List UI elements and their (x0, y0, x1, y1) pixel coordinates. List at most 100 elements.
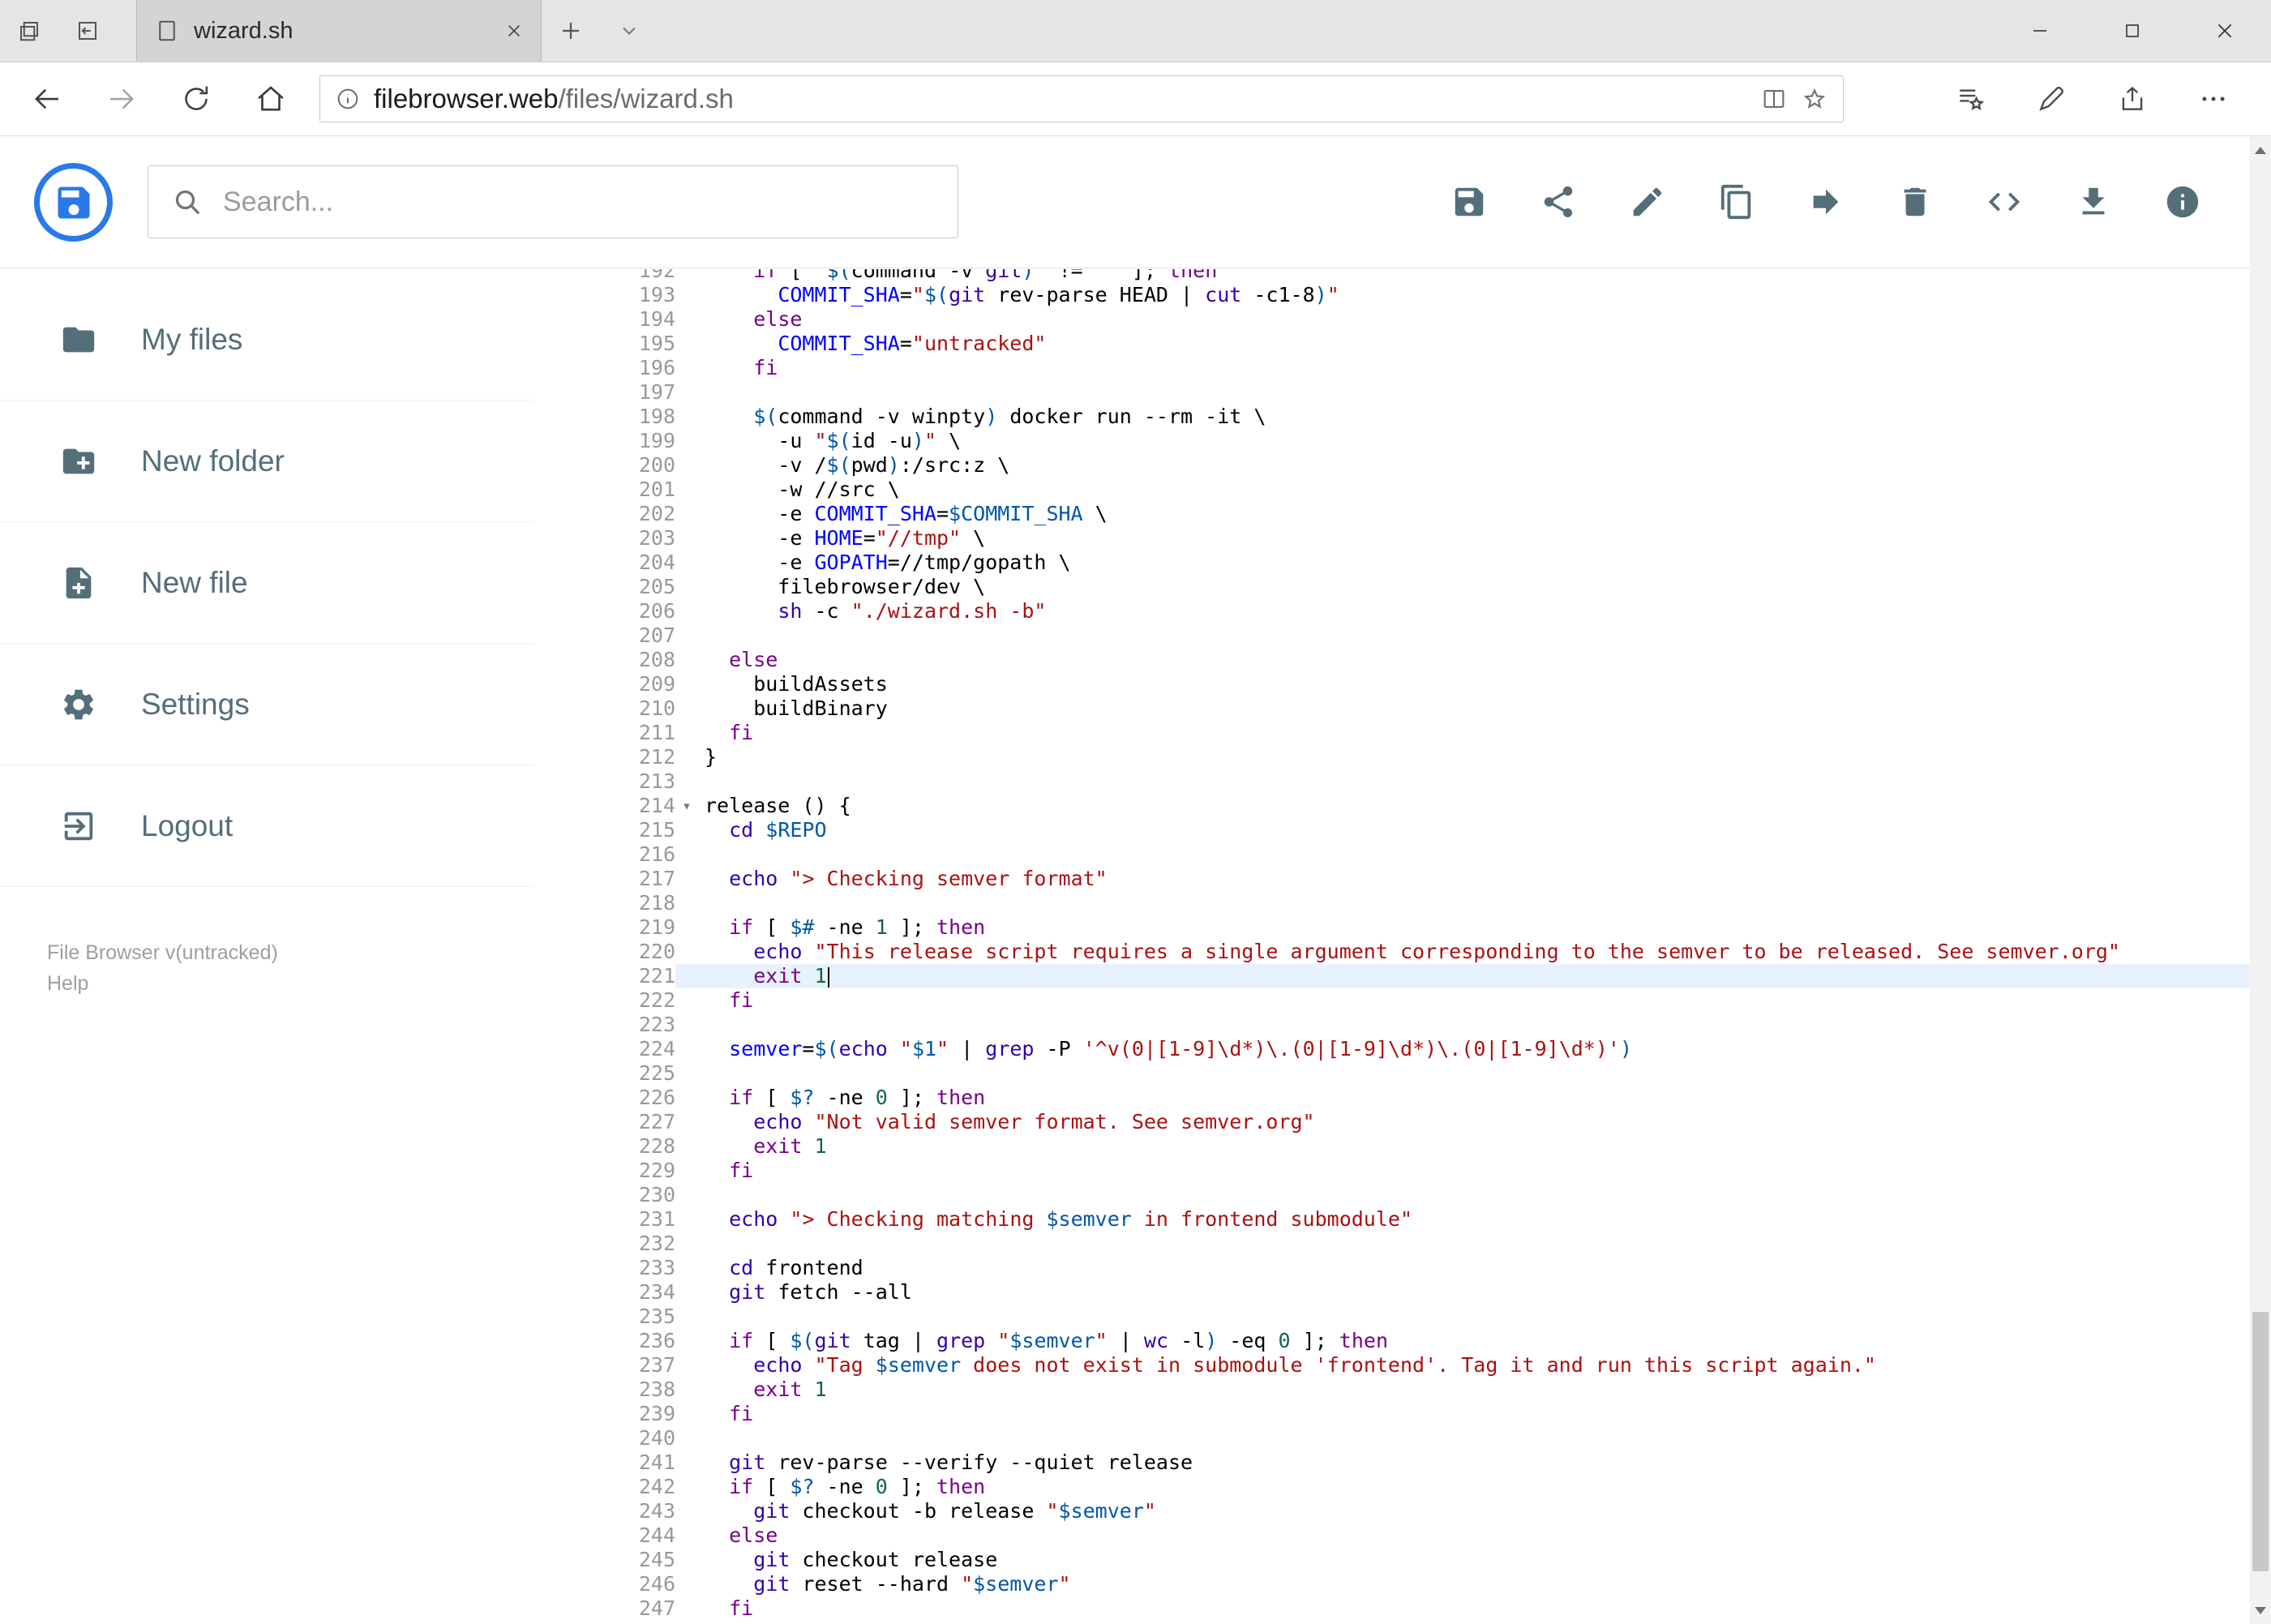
fold-arrow-icon[interactable]: ▾ (675, 794, 698, 818)
page-scrollbar[interactable] (2250, 136, 2271, 1624)
home-button[interactable] (234, 68, 308, 130)
forward-button[interactable] (84, 68, 159, 130)
code-line[interactable]: 201 -w //src \ (533, 478, 2250, 502)
share-page-button[interactable] (2097, 68, 2167, 130)
code-line[interactable]: 240 (533, 1426, 2250, 1450)
info-button[interactable] (2164, 183, 2201, 221)
sidebar-item-new-folder[interactable]: New folder (0, 401, 533, 522)
code-line[interactable]: 193 COMMIT_SHA="$(git rev-parse HEAD | c… (533, 283, 2250, 307)
copy-button[interactable] (1718, 183, 1755, 221)
delete-button[interactable] (1896, 183, 1934, 221)
hub-favorites-button[interactable] (1935, 68, 2005, 130)
code-line[interactable]: 204 -e GOPATH=//tmp/gopath \ (533, 551, 2250, 575)
code-line[interactable]: 216 (533, 842, 2250, 867)
scroll-up-button[interactable] (2250, 136, 2271, 164)
code-line[interactable]: 212} (533, 745, 2250, 769)
code-line[interactable]: 236 if [ $(git tag | grep "$semver" | wc… (533, 1329, 2250, 1353)
code-line[interactable]: 209 buildAssets (533, 672, 2250, 696)
code-line[interactable]: 238 exit 1 (533, 1378, 2250, 1402)
maximize-button[interactable] (2086, 0, 2179, 62)
code-line[interactable]: 214 ▾ release () { (533, 794, 2250, 818)
code-line[interactable]: 228 exit 1 (533, 1134, 2250, 1159)
tab-preview-toggle[interactable] (600, 0, 658, 62)
code-line[interactable]: 196 fi (533, 356, 2250, 380)
code-line[interactable]: 226 if [ $? -ne 0 ]; then (533, 1086, 2250, 1110)
code-line[interactable]: 202 -e COMMIT_SHA=$COMMIT_SHA \ (533, 502, 2250, 526)
code-line[interactable]: 232 (533, 1232, 2250, 1256)
code-line[interactable]: 211 fi (533, 721, 2250, 745)
code-line[interactable]: 244 else (533, 1523, 2250, 1548)
back-button[interactable] (10, 68, 84, 130)
refresh-button[interactable] (159, 68, 234, 130)
tab-close-icon[interactable] (505, 22, 523, 40)
tabs-aside-list-button[interactable] (0, 0, 58, 62)
save-button[interactable] (1450, 183, 1488, 221)
more-options-button[interactable] (2179, 68, 2248, 130)
code-line[interactable]: 247 fi (533, 1596, 2250, 1621)
help-link[interactable]: Help (47, 968, 533, 999)
move-button[interactable] (1807, 183, 1845, 221)
code-line[interactable]: 221 exit 1 (533, 964, 2250, 988)
code-line[interactable]: 215 cd $REPO (533, 818, 2250, 842)
code-line[interactable]: 205 filebrowser/dev \ (533, 575, 2250, 599)
close-button[interactable] (2179, 0, 2271, 62)
code-line[interactable]: 195 COMMIT_SHA="untracked" (533, 332, 2250, 356)
code-line[interactable]: 194 else (533, 307, 2250, 332)
code-line[interactable]: 241 git rev-parse --verify --quiet relea… (533, 1450, 2250, 1475)
browser-tab[interactable]: wizard.sh (136, 0, 542, 62)
code-line[interactable]: 200 -v /$(pwd):/src:z \ (533, 453, 2250, 478)
code-line[interactable]: 225 (533, 1061, 2250, 1086)
code-line[interactable]: 220 echo "This release script requires a… (533, 940, 2250, 964)
new-tab-button[interactable] (542, 0, 600, 62)
code-editor[interactable]: 192 if [ "$(command -v git)" != "" ]; th… (533, 269, 2250, 1624)
code-line[interactable]: 242 if [ $? -ne 0 ]; then (533, 1475, 2250, 1499)
raw-code-button[interactable] (1986, 183, 2023, 221)
code-line[interactable]: 192 if [ "$(command -v git)" != "" ]; th… (533, 269, 2250, 283)
web-note-button[interactable] (2016, 68, 2086, 130)
reading-view-icon[interactable] (1760, 85, 1788, 113)
code-line[interactable]: 227 echo "Not valid semver format. See s… (533, 1110, 2250, 1134)
code-line[interactable]: 208 else (533, 648, 2250, 672)
code-line[interactable]: 237 echo "Tag $semver does not exist in … (533, 1353, 2250, 1378)
add-favorite-star-icon[interactable] (1801, 85, 1828, 113)
code-line[interactable]: 224 semver=$(echo "$1" | grep -P '^v(0|[… (533, 1037, 2250, 1061)
code-line[interactable]: 199 -u "$(id -u)" \ (533, 429, 2250, 453)
sidebar-item-logout[interactable]: Logout (0, 765, 533, 887)
code-line[interactable]: 218 (533, 891, 2250, 915)
code-line[interactable]: 229 fi (533, 1159, 2250, 1183)
scroll-down-button[interactable] (2250, 1596, 2271, 1624)
code-line[interactable]: 231 echo "> Checking matching $semver in… (533, 1207, 2250, 1232)
code-line[interactable]: 223 (533, 1013, 2250, 1037)
code-line[interactable]: 239 fi (533, 1402, 2250, 1426)
code-line[interactable]: 207 (533, 623, 2250, 648)
search-input[interactable] (223, 186, 935, 218)
code-line[interactable]: 206 sh -c "./wizard.sh -b" (533, 599, 2250, 623)
code-line[interactable]: 230 (533, 1183, 2250, 1207)
code-line[interactable]: 217 echo "> Checking semver format" (533, 867, 2250, 891)
sidebar-item-new-file[interactable]: New file (0, 522, 533, 644)
download-button[interactable] (2075, 183, 2112, 221)
page-info-icon[interactable] (335, 86, 361, 112)
code-line[interactable]: 246 git reset --hard "$semver" (533, 1572, 2250, 1596)
sidebar-item-my-files[interactable]: My files (0, 279, 533, 401)
code-line[interactable]: 210 buildBinary (533, 696, 2250, 721)
minimize-button[interactable] (1994, 0, 2086, 62)
address-bar[interactable]: filebrowser.web/files/wizard.sh (319, 75, 1844, 122)
code-line[interactable]: 234 git fetch --all (533, 1280, 2250, 1305)
set-tabs-aside-button[interactable] (58, 0, 117, 62)
sidebar-item-settings[interactable]: Settings (0, 644, 533, 765)
search-box[interactable] (148, 165, 958, 238)
code-line[interactable]: 222 fi (533, 988, 2250, 1013)
scrollbar-thumb[interactable] (2252, 1312, 2269, 1571)
code-line[interactable]: 235 (533, 1305, 2250, 1329)
code-line[interactable]: 243 git checkout -b release "$semver" (533, 1499, 2250, 1523)
code-line[interactable]: 219 if [ $# -ne 1 ]; then (533, 915, 2250, 940)
code-line[interactable]: 213 (533, 769, 2250, 794)
share-button[interactable] (1540, 183, 1577, 221)
code-line[interactable]: 245 git checkout release (533, 1548, 2250, 1572)
rename-button[interactable] (1629, 183, 1666, 221)
code-line[interactable]: 197 (533, 380, 2250, 405)
code-line[interactable]: 233 cd frontend (533, 1256, 2250, 1280)
code-line[interactable]: 198 $(command -v winpty) docker run --rm… (533, 405, 2250, 429)
code-line[interactable]: 203 -e HOME="//tmp" \ (533, 526, 2250, 551)
